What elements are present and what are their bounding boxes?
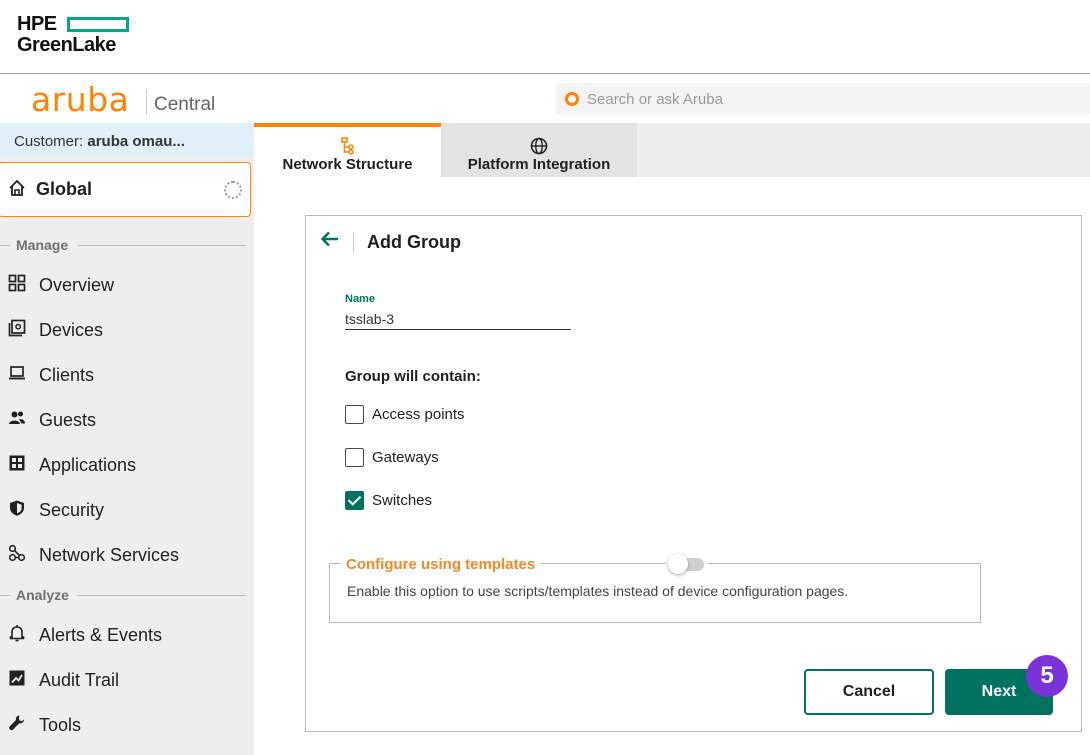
main-content: Add Group Name Group will contain: Acces… [254, 177, 1090, 755]
access-points-checkbox[interactable] [345, 405, 364, 424]
sidebar-item-label: Audit Trail [39, 670, 120, 690]
laptop-icon [7, 364, 27, 384]
customer-name: aruba omau... [87, 133, 185, 150]
gateways-checkbox[interactable] [345, 448, 364, 467]
search-placeholder: Search or ask Aruba [587, 91, 723, 108]
sidebar-item-guests[interactable]: Guests [0, 400, 254, 440]
hpe-logo-line2: GreenLake [17, 34, 116, 56]
devices-icon [7, 319, 27, 339]
sidebar-item-label: Applications [39, 455, 137, 475]
scope-label: Global [36, 179, 93, 199]
tab-bar: Network Structure Platform Integration [254, 123, 1090, 177]
customer-label[interactable]: Customer: aruba omau... [0, 123, 254, 157]
section-analyze: Analyze [0, 585, 246, 605]
checkbox-label: Gateways [372, 449, 439, 466]
section-manage: Manage [0, 235, 246, 255]
sidebar-item-label: Network Services [39, 545, 180, 565]
hpe-greenlake-logo[interactable]: HPE GreenLake [17, 14, 129, 56]
contain-label: Group will contain: [345, 368, 481, 385]
templates-toggle[interactable] [666, 554, 708, 574]
shield-icon [7, 499, 27, 519]
grid-icon [7, 274, 27, 294]
apps-icon [7, 454, 27, 474]
people-icon [7, 409, 27, 429]
wrench-icon [7, 714, 27, 734]
sidebar-item-overview[interactable]: Overview [0, 265, 254, 305]
hpe-element-icon [67, 17, 129, 32]
sidebar-item-label: Tools [39, 715, 82, 735]
toggle-knob [668, 554, 688, 574]
search-input[interactable]: Search or ask Aruba [556, 83, 1090, 115]
product-name: Central [154, 94, 216, 115]
customer-prefix: Customer: [14, 133, 84, 150]
aruba-logo[interactable]: aruba [31, 83, 129, 117]
audit-icon [7, 669, 27, 689]
sidebar-item-label: Alerts & Events [39, 625, 163, 645]
sidebar-item-security[interactable]: Security [0, 490, 254, 530]
sidebar-item-label: Clients [39, 365, 95, 385]
sidebar-item-label: Overview [39, 275, 115, 295]
home-icon [8, 179, 26, 203]
cancel-button[interactable]: Cancel [804, 669, 934, 715]
sidebar: Customer: aruba omau... Global Manage Ov… [0, 123, 254, 755]
sidebar-item-alerts-events[interactable]: Alerts & Events [0, 615, 254, 655]
network-icon [7, 544, 27, 564]
step-badge: 5 [1026, 655, 1068, 697]
tab-label: Network Structure [282, 156, 413, 173]
hpe-header: HPE GreenLake [0, 0, 1090, 74]
scope-selector[interactable]: Global [0, 162, 251, 217]
tab-network-structure[interactable]: Network Structure [254, 123, 441, 177]
sidebar-item-clients[interactable]: Clients [0, 355, 254, 395]
add-group-card: Add Group Name Group will contain: Acces… [305, 215, 1082, 732]
search-icon [565, 92, 579, 106]
hierarchy-icon [254, 137, 441, 155]
checkbox-label: Switches [372, 492, 433, 509]
templates-title: Configure using templates [341, 556, 542, 573]
sidebar-item-applications[interactable]: Applications [0, 445, 254, 485]
bell-icon [7, 624, 27, 644]
sidebar-item-label: Guests [39, 410, 97, 430]
sidebar-item-label: Devices [39, 320, 104, 340]
globe-icon [441, 137, 637, 155]
switches-checkbox[interactable] [345, 491, 364, 510]
sidebar-item-network-services[interactable]: Network Services [0, 535, 254, 575]
logo-divider [146, 89, 147, 115]
templates-description: Enable this option to use scripts/templa… [347, 583, 849, 599]
back-arrow-icon[interactable] [320, 228, 340, 254]
sidebar-item-tools[interactable]: Tools [0, 705, 254, 745]
checkbox-label: Access points [372, 406, 465, 423]
title-divider [353, 232, 354, 252]
sidebar-item-devices[interactable]: Devices [0, 310, 254, 350]
aruba-header: aruba Central Search or ask Aruba [0, 75, 1090, 123]
tab-platform-integration[interactable]: Platform Integration [441, 123, 637, 177]
name-field[interactable] [345, 308, 571, 330]
page-title: Add Group [367, 232, 461, 252]
loading-icon [224, 181, 242, 199]
tab-label: Platform Integration [467, 156, 611, 173]
sidebar-item-audit-trail[interactable]: Audit Trail [0, 660, 254, 700]
name-field-label: Name [345, 293, 375, 305]
sidebar-item-label: Security [39, 500, 105, 520]
